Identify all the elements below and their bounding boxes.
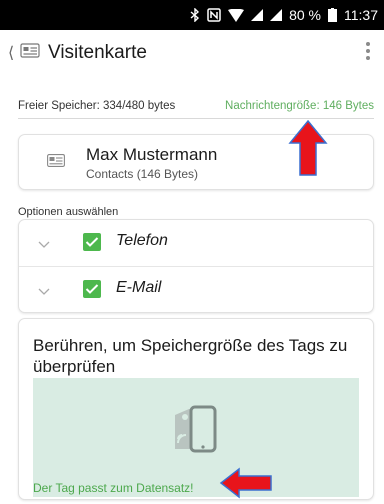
option-label: Telefon	[116, 232, 168, 249]
status-bar: 80 % 11:37	[0, 0, 384, 30]
options-list: Telefon E-Mail	[18, 219, 374, 313]
wifi-icon	[228, 8, 245, 22]
tag-check-result: Der Tag passt zum Datensatz!	[33, 481, 194, 495]
signal-icon	[270, 9, 283, 21]
free-memory-text: Freier Speicher: 334/480 bytes	[18, 100, 176, 112]
annotation-arrow-up-icon	[288, 119, 328, 176]
option-label: E-Mail	[116, 279, 162, 296]
battery-percent: 80 %	[289, 7, 321, 23]
option-row-email[interactable]: E-Mail	[19, 266, 373, 313]
tag-to-phone-icon	[169, 403, 225, 464]
chevron-down-icon[interactable]	[38, 236, 50, 254]
chevron-down-icon[interactable]	[38, 283, 50, 301]
options-label: Optionen auswählen	[18, 206, 119, 218]
checkbox-email[interactable]	[83, 280, 101, 298]
contact-subtitle: Contacts (146 Bytes)	[86, 167, 199, 181]
tag-size-check-headline: Berühren, um Speichergröße des Tags zu ü…	[33, 336, 348, 376]
memory-info: Freier Speicher: 334/480 bytes Nachricht…	[18, 96, 374, 116]
tag-touch-area[interactable]	[33, 378, 359, 497]
annotation-arrow-left-icon	[219, 467, 272, 499]
option-row-telefon[interactable]: Telefon	[19, 220, 373, 266]
contact-name: Max Mustermann	[86, 145, 218, 164]
page-title: Visitenkarte	[48, 42, 147, 63]
contact-card-icon	[47, 154, 65, 172]
checkbox-telefon[interactable]	[83, 233, 101, 251]
tag-size-check-card[interactable]: Berühren, um Speichergröße des Tags zu ü…	[18, 318, 374, 500]
message-size-text: Nachrichtengröße: 146 Bytes	[225, 100, 374, 112]
battery-icon	[328, 8, 337, 22]
signal-icon	[251, 9, 264, 21]
bluetooth-icon	[190, 8, 200, 22]
app-bar: ⟨ Visitenkarte	[0, 30, 384, 76]
nfc-icon	[207, 8, 221, 22]
overflow-menu-icon[interactable]	[366, 42, 370, 60]
clock: 11:37	[344, 7, 378, 23]
contact-card-icon	[20, 43, 40, 63]
back-icon[interactable]: ⟨	[8, 43, 18, 63]
